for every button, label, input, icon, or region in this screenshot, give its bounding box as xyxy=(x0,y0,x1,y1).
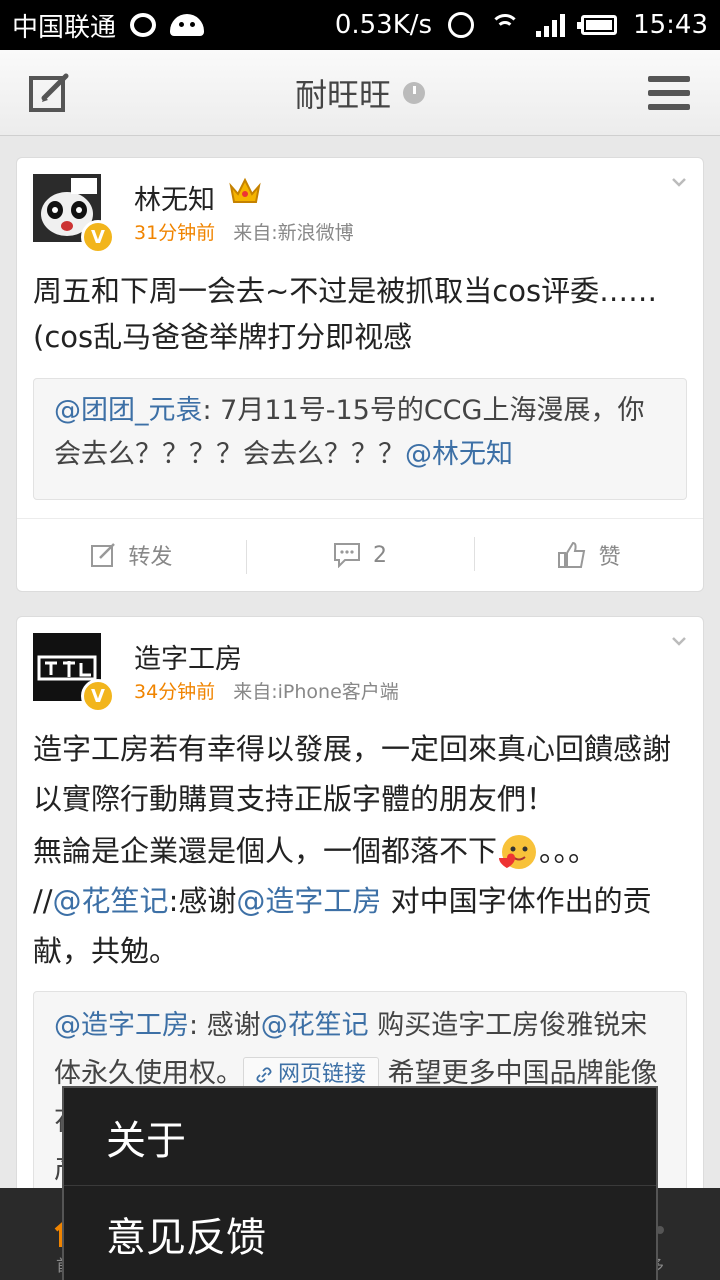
clock-time: 15:43 xyxy=(633,10,708,40)
post-text-line: :感谢 xyxy=(168,884,237,918)
repost-button[interactable]: 转发 xyxy=(17,539,246,571)
crown-icon xyxy=(229,177,261,203)
status-bar: 中国联通 0.53K/s 15:43 xyxy=(0,0,720,50)
mention-link[interactable]: @林无知 xyxy=(405,439,513,470)
repost-icon xyxy=(91,543,116,567)
post-meta: 34分钟前 来自:iPhone客户端 xyxy=(134,677,399,704)
menu-item-about[interactable]: 关于 xyxy=(64,1088,656,1185)
like-button[interactable]: 赞 xyxy=(474,537,703,571)
post-text-line: 無論是企業還是個人，一個都落不下 xyxy=(33,834,498,868)
title-bar: 耐旺旺 xyxy=(0,50,720,136)
author-name[interactable]: 造字工房 xyxy=(134,637,242,676)
page-title[interactable]: 耐旺旺 xyxy=(295,70,391,116)
emoji-icon xyxy=(499,835,537,869)
verified-badge-icon: V xyxy=(81,220,115,254)
thumbs-up-icon xyxy=(557,541,585,568)
message-notification-icon xyxy=(130,13,157,37)
mention-link[interactable]: @造字工房 xyxy=(236,884,381,918)
link-icon xyxy=(256,1066,272,1083)
menu-item-feedback[interactable]: 意见反馈 xyxy=(64,1185,656,1280)
android-icon xyxy=(170,14,205,36)
mention-link[interactable]: @花笙记 xyxy=(53,884,169,918)
quote-text: : 感谢 xyxy=(189,1010,261,1041)
post-text: 周五和下周一会去~不过是被抓取当cos评委……(cos乱马爸爸举牌打分即视感 xyxy=(33,274,658,354)
signal-icon xyxy=(536,13,566,37)
post-source: 来自:新浪微博 xyxy=(233,222,354,244)
menu-icon[interactable] xyxy=(648,76,690,110)
mention-link[interactable]: @团团_元袁 xyxy=(54,395,203,426)
post-text-line: // xyxy=(33,884,53,918)
mention-link[interactable]: @花笙记 xyxy=(261,1010,369,1041)
post-time: 31分钟前 xyxy=(134,222,216,244)
post-time: 34分钟前 xyxy=(134,681,216,703)
comment-count: 2 xyxy=(373,542,387,568)
options-menu: 关于 意见反馈 xyxy=(62,1086,658,1280)
post-text-dots: 。。。 xyxy=(539,834,598,868)
battery-icon xyxy=(577,15,618,35)
repost-label: 转发 xyxy=(128,545,173,570)
author-name[interactable]: 林无知 xyxy=(134,178,215,217)
chevron-down-icon[interactable] xyxy=(671,174,687,190)
post-text: 造字工房若有幸得以發展，一定回來真心回饋感謝以實際行動購買支持正版字體的朋友們！… xyxy=(33,724,687,976)
wifi-icon xyxy=(490,14,521,36)
retweet-quote[interactable]: @团团_元袁: 7月11号-15号的CCG上海漫展，你会去么？？？？会去么？？？… xyxy=(33,378,687,500)
carrier-label: 中国联通 xyxy=(12,12,117,43)
compose-icon[interactable] xyxy=(28,72,70,114)
comment-button[interactable]: 2 xyxy=(245,540,475,574)
alarm-icon xyxy=(448,12,475,38)
comment-icon xyxy=(334,543,360,568)
post-text-line: 造字工房若有幸得以發展，一定回來真心回饋感謝以實際行動購買支持正版字體的朋友們！ xyxy=(33,732,672,816)
weibo-post[interactable]: V 林无知 31分钟前 来自:新浪微博 周五和下周一会去~不过是被抓取当cos评… xyxy=(16,157,704,592)
chevron-down-icon[interactable] xyxy=(671,633,687,649)
mention-link[interactable]: @造字工房 xyxy=(54,1010,189,1041)
verified-badge-icon: V xyxy=(81,679,115,713)
post-source: 来自:iPhone客户端 xyxy=(233,681,399,703)
like-label: 赞 xyxy=(598,545,621,570)
post-meta: 31分钟前 来自:新浪微博 xyxy=(134,218,354,245)
post-actions: 转发 2 赞 xyxy=(17,518,703,591)
network-speed: 0.53K/s xyxy=(334,10,433,40)
clock-icon xyxy=(403,81,425,104)
